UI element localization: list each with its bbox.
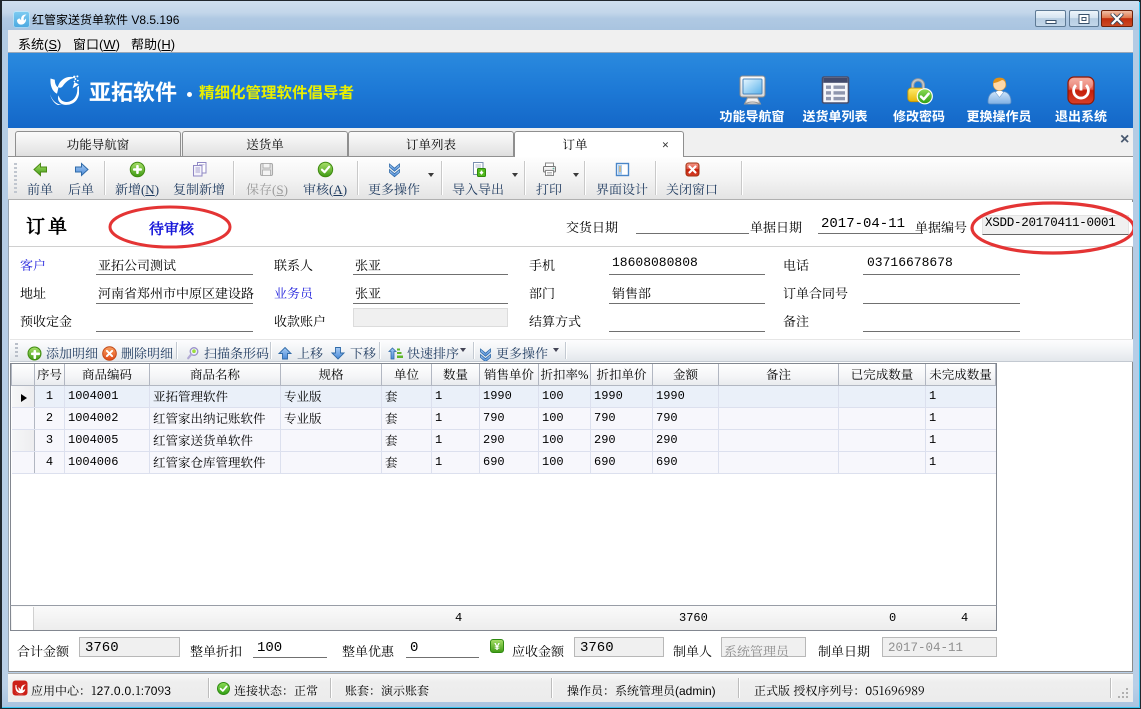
svg-text:¥: ¥ (494, 642, 500, 653)
